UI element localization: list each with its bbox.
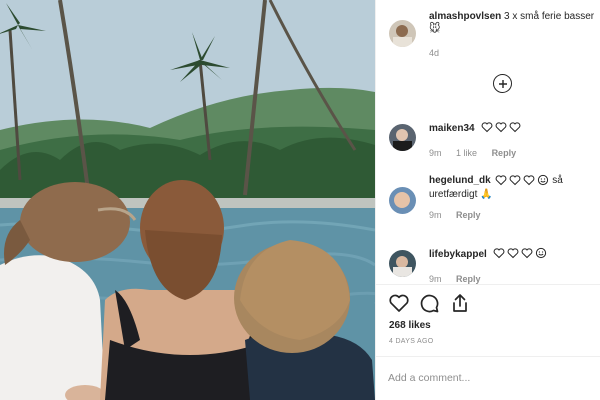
comment-avatar[interactable] — [389, 187, 416, 214]
divider — [376, 356, 600, 357]
load-more-button[interactable] — [493, 74, 512, 93]
comment-item: maiken34 9m 1 like Reply — [429, 118, 600, 158]
heart-outline-icon — [524, 175, 535, 186]
comment-hearts — [495, 174, 549, 186]
comment-item: hegelund_dk så uretfærdigt 🙏 9m Reply — [429, 174, 600, 220]
comment-avatar[interactable] — [389, 124, 416, 151]
heart-outline-icon — [510, 175, 521, 186]
post-caption: almashpovlsen 3 x små ferie basser — [429, 10, 600, 24]
reply-button[interactable]: Reply — [456, 210, 481, 220]
heart-outline-icon — [509, 122, 521, 132]
divider — [376, 284, 600, 285]
comment-username[interactable]: lifebykappel — [429, 249, 487, 260]
plus-circle-icon — [498, 79, 507, 88]
comment-meta: 9m 1 like Reply — [429, 148, 600, 158]
comment-username[interactable]: maiken34 — [429, 123, 475, 134]
comment-button[interactable] — [418, 292, 440, 314]
comment-time[interactable]: 9m — [429, 274, 442, 284]
comment-time[interactable]: 9m — [429, 148, 442, 158]
reply-button[interactable]: Reply — [456, 274, 481, 284]
comment-text-inline: så — [552, 175, 563, 186]
comment-icon — [420, 294, 439, 313]
share-button[interactable] — [449, 292, 471, 314]
comment-meta: 9m Reply — [429, 274, 600, 284]
comment-time[interactable]: 9m — [429, 210, 442, 220]
heart-outline-icon — [495, 122, 507, 132]
comment-meta: 9m Reply — [429, 210, 600, 220]
post-photo — [0, 0, 375, 400]
comment-text: uretfærdigt 🙏 — [429, 189, 493, 200]
reply-button[interactable]: Reply — [492, 148, 517, 158]
author-avatar[interactable] — [389, 20, 416, 47]
heart-outline-icon — [481, 122, 493, 132]
caption-time[interactable]: 4d — [429, 48, 439, 58]
heart-outline-icon — [521, 248, 533, 258]
posted-time[interactable]: 4 DAYS AGO — [389, 338, 434, 345]
comment-item: lifebykappel 9m Reply — [429, 244, 600, 284]
comment-body: hegelund_dk så uretfærdigt 🙏 — [429, 174, 600, 202]
comment-avatar[interactable] — [389, 250, 416, 277]
likes-count[interactable]: 268 likes — [389, 320, 431, 331]
add-comment-input[interactable] — [388, 368, 593, 388]
comment-username[interactable]: hegelund_dk — [429, 175, 491, 186]
smile-face-icon — [538, 175, 549, 186]
heart-icon — [389, 294, 409, 312]
heart-outline-icon — [493, 248, 505, 258]
heart-outline-icon — [507, 248, 519, 258]
like-button[interactable] — [388, 292, 410, 314]
caption-emoji: 🐭 — [429, 23, 441, 35]
caption-text: 3 x små ferie basser — [504, 11, 595, 22]
comment-hearts — [481, 121, 521, 133]
comment-likes[interactable]: 1 like — [456, 148, 477, 158]
share-icon — [453, 294, 467, 312]
comment-hearts — [493, 247, 547, 259]
heart-outline-icon — [496, 175, 507, 186]
comments-panel: almashpovlsen 3 x små ferie basser 🐭 4d … — [375, 0, 600, 400]
smile-face-icon — [536, 247, 547, 258]
author-username[interactable]: almashpovlsen — [429, 11, 501, 22]
